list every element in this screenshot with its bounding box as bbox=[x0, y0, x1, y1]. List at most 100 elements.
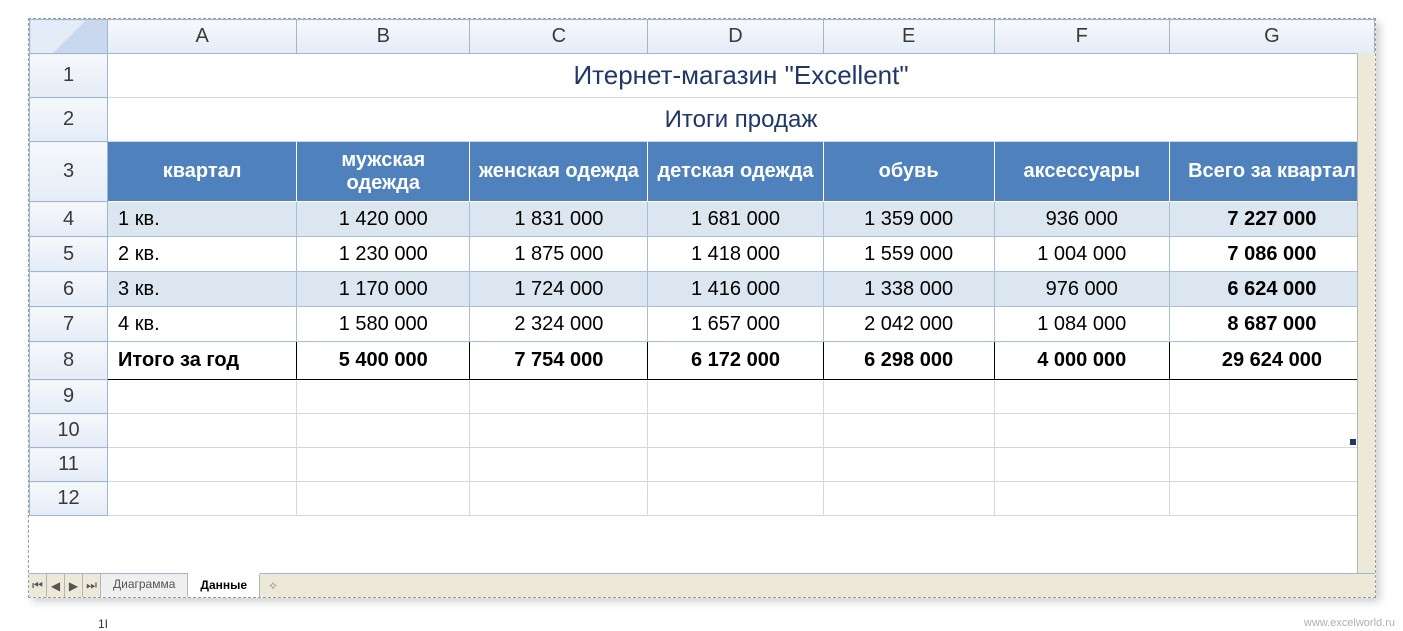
title-main[interactable]: Итернет-магазин "Excellent" bbox=[108, 54, 1375, 98]
col-header-G[interactable]: G bbox=[1169, 20, 1374, 54]
cell[interactable] bbox=[648, 380, 823, 414]
cell[interactable]: 1 230 000 bbox=[297, 237, 470, 272]
cell[interactable]: 5 400 000 bbox=[297, 342, 470, 380]
new-sheet-button[interactable]: ✧ bbox=[260, 574, 286, 597]
select-all-corner[interactable] bbox=[30, 20, 108, 54]
col-header-F[interactable]: F bbox=[994, 20, 1169, 54]
row-header-4[interactable]: 4 bbox=[30, 202, 108, 237]
row-header-6[interactable]: 6 bbox=[30, 272, 108, 307]
cell[interactable] bbox=[648, 414, 823, 448]
prev-sheet-button[interactable]: ◀ bbox=[47, 574, 65, 597]
cell[interactable]: 1 338 000 bbox=[823, 272, 994, 307]
cell[interactable] bbox=[823, 380, 994, 414]
row-header-3[interactable]: 3 bbox=[30, 142, 108, 202]
cell[interactable]: 2 042 000 bbox=[823, 307, 994, 342]
cell[interactable]: 1 084 000 bbox=[994, 307, 1169, 342]
cell[interactable] bbox=[470, 380, 648, 414]
hdr-mens[interactable]: мужская одежда bbox=[297, 142, 470, 202]
cell[interactable] bbox=[1169, 448, 1374, 482]
cell[interactable] bbox=[994, 482, 1169, 516]
selection-handle-icon[interactable] bbox=[1350, 439, 1356, 445]
row-header-2[interactable]: 2 bbox=[30, 98, 108, 142]
cell[interactable] bbox=[994, 380, 1169, 414]
cell[interactable]: 1 831 000 bbox=[470, 202, 648, 237]
cell[interactable]: 29 624 000 bbox=[1169, 342, 1374, 380]
cell[interactable]: 4 000 000 bbox=[994, 342, 1169, 380]
cell[interactable] bbox=[297, 414, 470, 448]
row-header-11[interactable]: 11 bbox=[30, 448, 108, 482]
cell[interactable] bbox=[823, 448, 994, 482]
cell[interactable]: 1 420 000 bbox=[297, 202, 470, 237]
title-sub[interactable]: Итоги продаж bbox=[108, 98, 1375, 142]
cell[interactable]: 6 624 000 bbox=[1169, 272, 1374, 307]
worksheet[interactable]: A B C D E F G 1 Итернет-магазин "Excelle… bbox=[29, 19, 1375, 516]
cell[interactable]: 1 359 000 bbox=[823, 202, 994, 237]
cell[interactable]: 2 324 000 bbox=[470, 307, 648, 342]
cell[interactable] bbox=[297, 482, 470, 516]
last-sheet-button[interactable]: ⏭ bbox=[83, 574, 101, 597]
col-header-B[interactable]: B bbox=[297, 20, 470, 54]
cell[interactable] bbox=[994, 448, 1169, 482]
cell[interactable]: 4 кв. bbox=[108, 307, 297, 342]
vertical-scrollbar[interactable] bbox=[1357, 53, 1375, 573]
hdr-womens[interactable]: женская одежда bbox=[470, 142, 648, 202]
cell[interactable]: 7 227 000 bbox=[1169, 202, 1374, 237]
cell[interactable]: 1 580 000 bbox=[297, 307, 470, 342]
row-header-12[interactable]: 12 bbox=[30, 482, 108, 516]
cell[interactable]: 6 172 000 bbox=[648, 342, 823, 380]
first-sheet-button[interactable]: ⏮ bbox=[29, 574, 47, 597]
cell[interactable] bbox=[108, 482, 297, 516]
cell[interactable]: 7 086 000 bbox=[1169, 237, 1374, 272]
cell[interactable] bbox=[823, 414, 994, 448]
cell[interactable]: Итого за год bbox=[108, 342, 297, 380]
cell[interactable]: 1 418 000 bbox=[648, 237, 823, 272]
cell[interactable]: 6 298 000 bbox=[823, 342, 994, 380]
cell[interactable]: 1 кв. bbox=[108, 202, 297, 237]
hdr-quarter[interactable]: квартал bbox=[108, 142, 297, 202]
col-header-A[interactable]: A bbox=[108, 20, 297, 54]
hdr-accessories[interactable]: аксессуары bbox=[994, 142, 1169, 202]
cell[interactable] bbox=[108, 448, 297, 482]
row-header-1[interactable]: 1 bbox=[30, 54, 108, 98]
row-header-5[interactable]: 5 bbox=[30, 237, 108, 272]
hdr-total-q[interactable]: Всего за квартал bbox=[1169, 142, 1374, 202]
cell[interactable]: 1 657 000 bbox=[648, 307, 823, 342]
cell[interactable]: 8 687 000 bbox=[1169, 307, 1374, 342]
cell[interactable]: 976 000 bbox=[994, 272, 1169, 307]
col-header-E[interactable]: E bbox=[823, 20, 994, 54]
cell[interactable]: 1 004 000 bbox=[994, 237, 1169, 272]
cell[interactable] bbox=[1169, 482, 1374, 516]
col-header-D[interactable]: D bbox=[648, 20, 823, 54]
cell[interactable] bbox=[648, 482, 823, 516]
row-header-9[interactable]: 9 bbox=[30, 380, 108, 414]
cell[interactable] bbox=[470, 414, 648, 448]
tab-data[interactable]: Данные bbox=[188, 573, 260, 597]
cell[interactable] bbox=[108, 414, 297, 448]
tab-diagram[interactable]: Диаграмма bbox=[101, 574, 188, 597]
cell[interactable] bbox=[470, 448, 648, 482]
horizontal-scrollbar[interactable] bbox=[326, 574, 1375, 597]
cell[interactable]: 2 кв. bbox=[108, 237, 297, 272]
cell[interactable]: 936 000 bbox=[994, 202, 1169, 237]
cell[interactable]: 1 681 000 bbox=[648, 202, 823, 237]
cell[interactable] bbox=[470, 482, 648, 516]
col-header-C[interactable]: C bbox=[470, 20, 648, 54]
cell[interactable] bbox=[1169, 380, 1374, 414]
cell[interactable] bbox=[297, 380, 470, 414]
cell[interactable]: 1 416 000 bbox=[648, 272, 823, 307]
cell[interactable] bbox=[648, 448, 823, 482]
row-header-7[interactable]: 7 bbox=[30, 307, 108, 342]
cell[interactable] bbox=[994, 414, 1169, 448]
cell[interactable]: 1 559 000 bbox=[823, 237, 994, 272]
cell[interactable] bbox=[297, 448, 470, 482]
cell[interactable]: 3 кв. bbox=[108, 272, 297, 307]
cell[interactable] bbox=[823, 482, 994, 516]
row-header-8[interactable]: 8 bbox=[30, 342, 108, 380]
cell[interactable]: 7 754 000 bbox=[470, 342, 648, 380]
next-sheet-button[interactable]: ▶ bbox=[65, 574, 83, 597]
cell[interactable]: 1 170 000 bbox=[297, 272, 470, 307]
hdr-kids[interactable]: детская одежда bbox=[648, 142, 823, 202]
cell[interactable] bbox=[1169, 414, 1374, 448]
cell[interactable]: 1 875 000 bbox=[470, 237, 648, 272]
hdr-shoes[interactable]: обувь bbox=[823, 142, 994, 202]
